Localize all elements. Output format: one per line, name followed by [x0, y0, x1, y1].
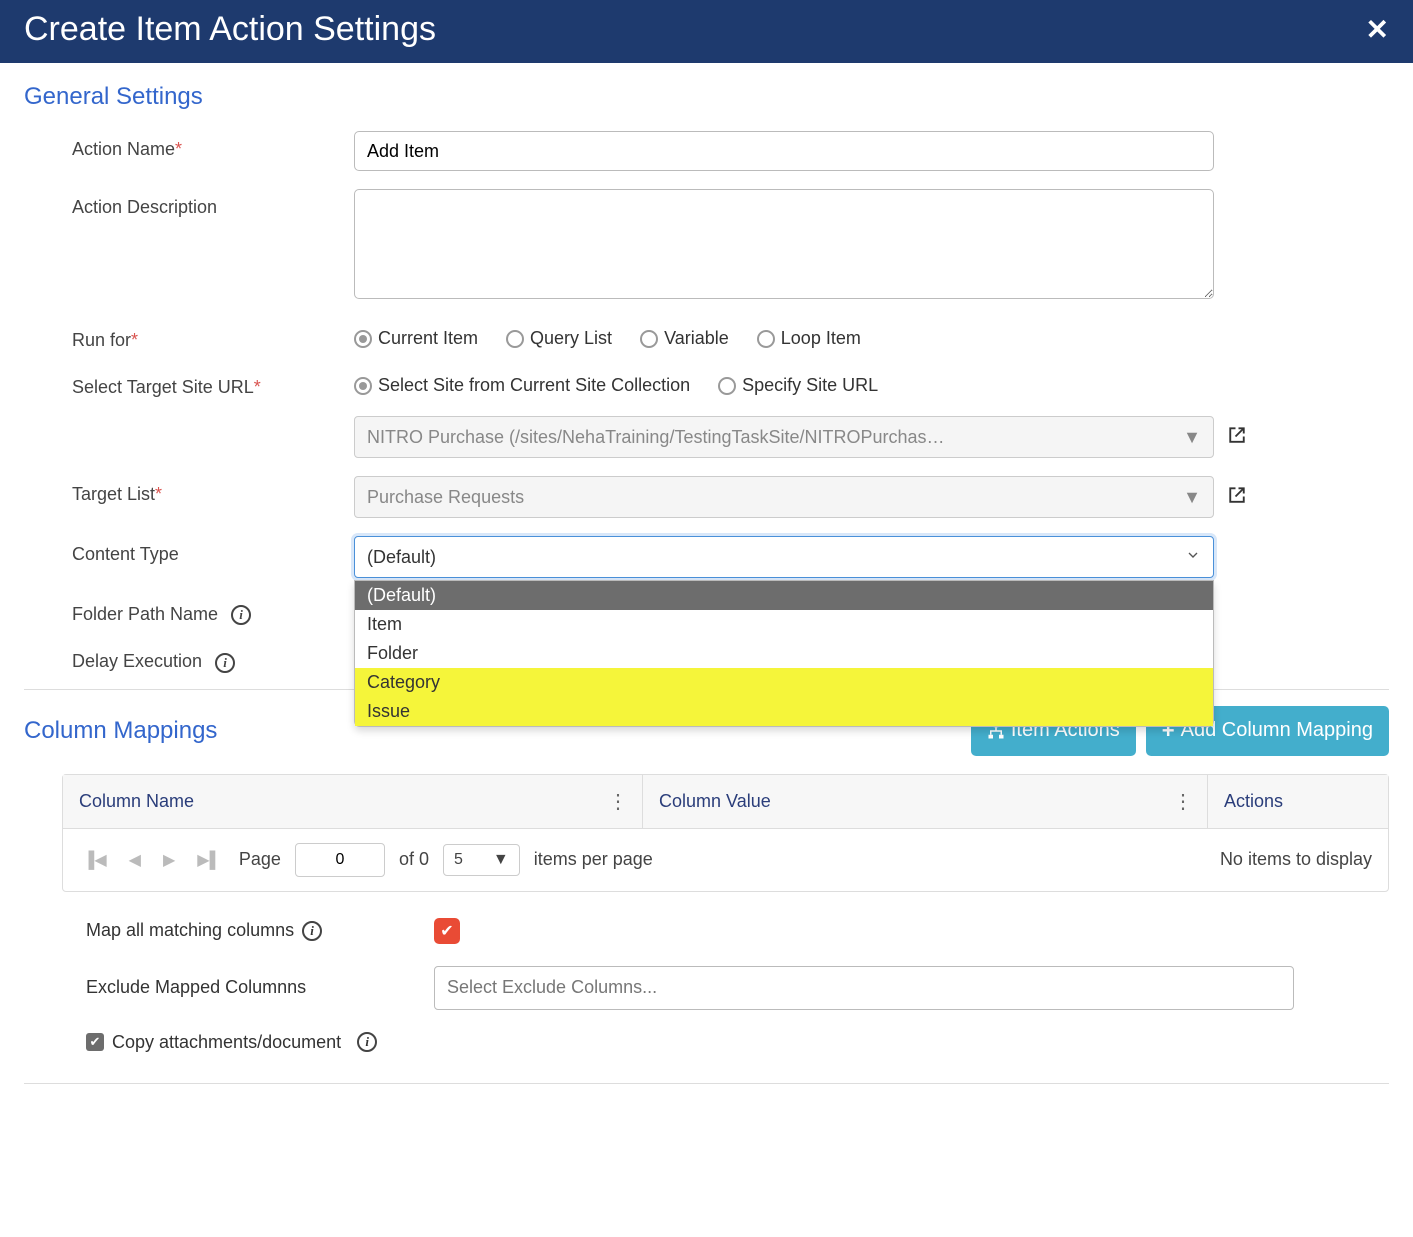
- option-default[interactable]: (Default): [355, 581, 1213, 610]
- caret-down-icon: ▼: [493, 851, 509, 869]
- label-run-for: Run for*: [24, 322, 354, 351]
- modal-body: General Settings Action Name* Action Des…: [0, 63, 1413, 1120]
- label-target-site-url: Select Target Site URL*: [24, 369, 354, 398]
- row-action-name: Action Name*: [24, 131, 1389, 171]
- pager-prev-icon[interactable]: ◀: [125, 850, 145, 870]
- modal-header: Create Item Action Settings ✕: [0, 0, 1413, 63]
- grid-header-row: Column Name ⋮ Column Value ⋮ Actions: [63, 775, 1388, 829]
- site-select[interactable]: NITRO Purchase (/sites/NehaTraining/Test…: [354, 416, 1214, 458]
- col-header-name[interactable]: Column Name ⋮: [63, 775, 643, 828]
- mappings-grid: Column Name ⋮ Column Value ⋮ Actions ▐◀ …: [62, 774, 1389, 892]
- radio-current-item[interactable]: Current Item: [354, 328, 478, 349]
- pager-next-icon[interactable]: ▶: [159, 850, 179, 870]
- open-external-icon[interactable]: [1228, 486, 1246, 509]
- option-folder[interactable]: Folder: [355, 639, 1213, 668]
- label-folder-path: Folder Path Name i: [24, 596, 354, 625]
- action-name-input[interactable]: [354, 131, 1214, 171]
- copy-attachments-checkbox[interactable]: ✔: [86, 1033, 104, 1051]
- info-icon[interactable]: i: [215, 653, 235, 673]
- required-mark: *: [131, 330, 138, 350]
- col-header-actions: Actions: [1208, 775, 1388, 828]
- kebab-icon[interactable]: ⋮: [608, 789, 626, 814]
- column-mappings-heading: Column Mappings: [24, 717, 217, 745]
- action-description-input[interactable]: [354, 189, 1214, 299]
- row-action-description: Action Description: [24, 189, 1389, 304]
- row-target-site-url: Select Target Site URL* Select Site from…: [24, 369, 1389, 398]
- info-icon[interactable]: i: [302, 921, 322, 941]
- content-type-select[interactable]: (Default): [354, 536, 1214, 578]
- radio-icon: [354, 330, 372, 348]
- below-grid-section: Map all matching columns i ✔ Exclude Map…: [86, 918, 1389, 1053]
- row-exclude-mapped: Exclude Mapped Columnns Select Exclude C…: [86, 966, 1389, 1010]
- caret-down-icon: ▼: [1183, 427, 1201, 448]
- page-size-select[interactable]: 5 ▼: [443, 844, 520, 876]
- label-copy-attachments: Copy attachments/document: [112, 1032, 341, 1053]
- exclude-columns-select[interactable]: Select Exclude Columns...: [434, 966, 1294, 1010]
- label-delay-execution: Delay Execution i: [24, 643, 354, 672]
- label-target-list: Target List*: [24, 476, 354, 505]
- radio-icon: [757, 330, 775, 348]
- close-icon[interactable]: ✕: [1366, 13, 1389, 46]
- row-target-list: Target List* Purchase Requests ▼: [24, 476, 1389, 518]
- no-items-label: No items to display: [1220, 849, 1372, 870]
- info-icon[interactable]: i: [231, 605, 251, 625]
- radio-specify-site-url[interactable]: Specify Site URL: [718, 375, 878, 396]
- option-issue[interactable]: Issue: [355, 697, 1213, 726]
- chevron-down-icon: [1185, 547, 1201, 568]
- grid-pager: ▐◀ ◀ ▶ ▶▌ Page of 0 5 ▼ items per page N…: [63, 829, 1388, 891]
- option-category[interactable]: Category: [355, 668, 1213, 697]
- divider: [24, 1083, 1389, 1084]
- modal-title: Create Item Action Settings: [24, 10, 436, 49]
- radio-variable[interactable]: Variable: [640, 328, 729, 349]
- required-mark: *: [175, 139, 182, 159]
- row-map-all: Map all matching columns i ✔: [86, 918, 1389, 944]
- required-mark: *: [254, 377, 261, 397]
- target-list-select[interactable]: Purchase Requests ▼: [354, 476, 1214, 518]
- page-of-label: of 0: [399, 849, 429, 870]
- page-label: Page: [239, 849, 281, 870]
- label-exclude-mapped: Exclude Mapped Columnns: [86, 977, 434, 998]
- content-type-dropdown: (Default) Item Folder Category Issue: [354, 580, 1214, 727]
- required-mark: *: [155, 484, 162, 504]
- row-site-dropdown: NITRO Purchase (/sites/NehaTraining/Test…: [24, 416, 1389, 458]
- label-map-all: Map all matching columns i: [86, 920, 434, 941]
- radio-query-list[interactable]: Query List: [506, 328, 612, 349]
- row-copy-attachments: ✔ Copy attachments/document i: [86, 1032, 1389, 1053]
- kebab-icon[interactable]: ⋮: [1173, 789, 1191, 814]
- radio-icon: [354, 377, 372, 395]
- label-content-type: Content Type: [24, 536, 354, 565]
- col-header-value[interactable]: Column Value ⋮: [643, 775, 1208, 828]
- items-per-page-label: items per page: [534, 849, 653, 870]
- radio-select-site-collection[interactable]: Select Site from Current Site Collection: [354, 375, 690, 396]
- pager-first-icon[interactable]: ▐◀: [79, 850, 111, 870]
- radio-loop-item[interactable]: Loop Item: [757, 328, 861, 349]
- label-action-name: Action Name*: [24, 131, 354, 160]
- modal-dialog: Create Item Action Settings ✕ General Se…: [0, 0, 1413, 1120]
- page-number-input[interactable]: [295, 843, 385, 877]
- pager-last-icon[interactable]: ▶▌: [193, 850, 225, 870]
- caret-down-icon: ▼: [1183, 487, 1201, 508]
- option-item[interactable]: Item: [355, 610, 1213, 639]
- radio-icon: [640, 330, 658, 348]
- map-all-checkbox[interactable]: ✔: [434, 918, 460, 944]
- radio-icon: [506, 330, 524, 348]
- general-settings-heading: General Settings: [24, 83, 203, 111]
- row-content-type: Content Type (Default) (Default) Item Fo…: [24, 536, 1389, 578]
- info-icon[interactable]: i: [357, 1032, 377, 1052]
- row-run-for: Run for* Current Item Query List Variabl…: [24, 322, 1389, 351]
- label-action-description: Action Description: [24, 189, 354, 218]
- open-external-icon[interactable]: [1228, 426, 1246, 449]
- radio-icon: [718, 377, 736, 395]
